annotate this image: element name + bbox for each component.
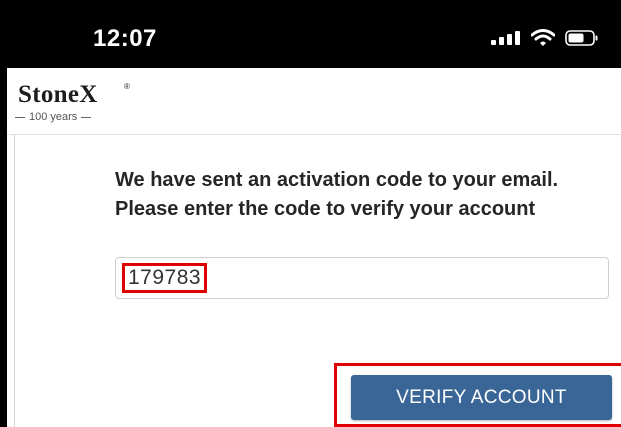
signal-icon bbox=[491, 31, 520, 45]
logo-tagline: 100 years bbox=[15, 111, 92, 123]
logo-registered-mark: ® bbox=[124, 82, 130, 91]
battery-icon bbox=[565, 30, 598, 46]
activation-message: We have sent an activation code to your … bbox=[115, 169, 559, 220]
wifi-icon bbox=[531, 29, 555, 46]
status-icons bbox=[491, 29, 599, 47]
tagline-text: 100 years bbox=[29, 111, 78, 123]
tagline-dash-right bbox=[81, 116, 92, 118]
tagline-dash-left bbox=[15, 116, 25, 118]
status-bar: 12:07 bbox=[7, 0, 621, 68]
verify-account-button[interactable]: VERIFY ACCOUNT bbox=[351, 375, 612, 420]
activation-code-value: 179783 bbox=[122, 263, 208, 293]
phone-screen: 12:07 StoneX ® 100 years We have sent an… bbox=[7, 0, 621, 427]
activation-code-input[interactable]: 179783 bbox=[115, 257, 609, 299]
screenshot-frame: 12:07 StoneX ® 100 years We have sent an… bbox=[0, 0, 621, 427]
app-header: StoneX ® 100 years bbox=[7, 68, 621, 135]
status-time: 12:07 bbox=[93, 25, 157, 52]
content-divider bbox=[14, 135, 15, 427]
stonex-logo: StoneX bbox=[18, 81, 98, 108]
